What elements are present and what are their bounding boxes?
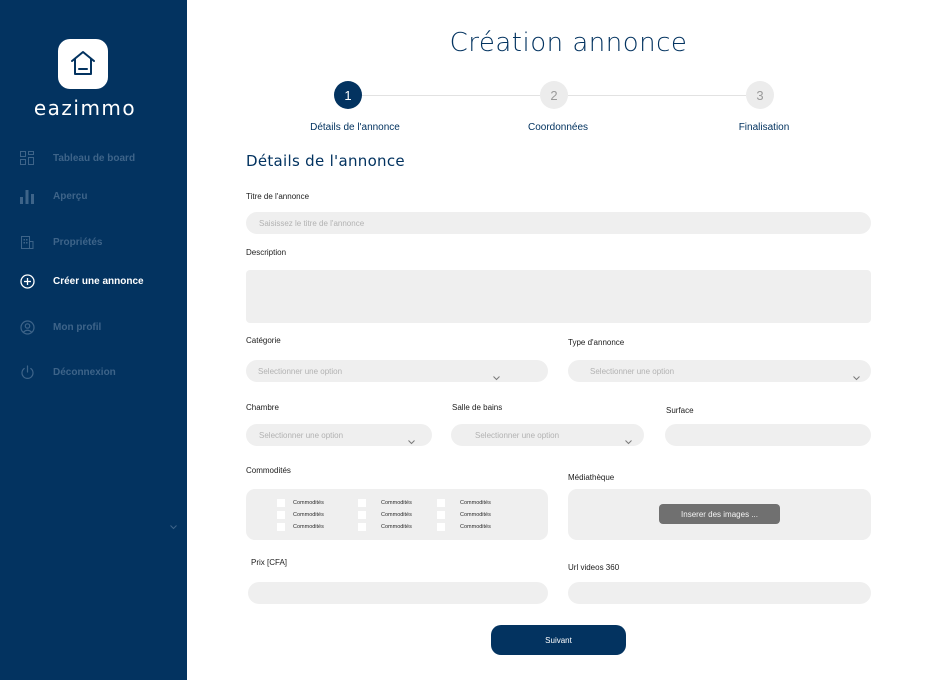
step-2-circle[interactable]: 2 xyxy=(540,81,568,109)
checkbox[interactable] xyxy=(437,523,445,531)
checkbox[interactable] xyxy=(358,511,366,519)
house-icon xyxy=(71,51,95,75)
commodite-checkbox[interactable]: Commodités xyxy=(437,511,491,519)
commodite-checkbox[interactable]: Commodités xyxy=(277,523,324,531)
plus-circle-icon xyxy=(18,272,36,290)
checkbox[interactable] xyxy=(277,511,285,519)
step-3-circle[interactable]: 3 xyxy=(746,81,774,109)
main-content: Création annonce 1 2 3 Détails de l'anno… xyxy=(187,0,950,680)
commodites-box: Commodités Commodités Commodités Commodi… xyxy=(246,489,548,540)
user-circle-icon xyxy=(18,318,36,336)
surface-label: Surface xyxy=(666,406,694,415)
description-textarea[interactable] xyxy=(246,270,871,323)
stepper-line xyxy=(568,95,746,96)
step-3-label: Finalisation xyxy=(738,122,790,133)
commodite-checkbox[interactable]: Commodités xyxy=(358,523,412,531)
category-value: Selectionner une option xyxy=(258,366,343,376)
stepper-line xyxy=(362,95,541,96)
salle-value: Selectionner une option xyxy=(475,430,560,440)
commodite-checkbox[interactable]: Commodités xyxy=(277,499,324,507)
nav-label: Propriétés xyxy=(53,236,103,248)
chevron-down-icon xyxy=(493,368,500,386)
logo-text: eazimmo xyxy=(33,96,137,120)
chevron-down-icon[interactable] xyxy=(170,517,177,535)
nav-label: Créer une annonce xyxy=(53,275,144,287)
commodite-checkbox[interactable]: Commodités xyxy=(358,511,412,519)
description-label: Description xyxy=(246,248,287,257)
type-label: Type d'annonce xyxy=(568,338,625,347)
chevron-down-icon xyxy=(853,368,860,386)
section-title: Détails de l'annonce xyxy=(246,152,405,170)
nav-item-tableau-de-board[interactable]: Tableau de board xyxy=(18,148,135,168)
sidebar: eazimmo Tableau de board Aperçu Propriét… xyxy=(0,0,187,680)
salle-select[interactable]: Selectionner une option xyxy=(451,424,644,446)
commodite-checkbox[interactable]: Commodités xyxy=(358,499,412,507)
nav-label: Aperçu xyxy=(53,190,88,202)
bar-chart-icon xyxy=(18,187,36,205)
nav-item-mon-profil[interactable]: Mon profil xyxy=(18,317,101,337)
url-video-input[interactable] xyxy=(568,582,871,604)
checkbox[interactable] xyxy=(437,511,445,519)
nav-label: Tableau de board xyxy=(53,152,136,164)
checkbox[interactable] xyxy=(358,523,366,531)
salle-label: Salle de bains xyxy=(452,403,503,412)
nav-item-apercu[interactable]: Aperçu xyxy=(18,186,87,206)
checkbox[interactable] xyxy=(277,523,285,531)
chambre-select[interactable]: Selectionner une option xyxy=(246,424,432,446)
commodite-checkbox[interactable]: Commodités xyxy=(437,499,491,507)
type-select[interactable]: Selectionner une option xyxy=(568,360,871,382)
checkbox[interactable] xyxy=(277,499,285,507)
page-title: Création annonce xyxy=(449,28,688,58)
commodite-checkbox[interactable]: Commodités xyxy=(277,511,324,519)
surface-input[interactable] xyxy=(665,424,871,446)
chambre-label: Chambre xyxy=(246,403,279,412)
insert-images-button[interactable]: Inserer des images ... xyxy=(659,504,780,524)
commodites-label: Commodités xyxy=(246,466,291,475)
prix-label: Prix [CFA] xyxy=(251,558,288,567)
nav-item-deconnexion[interactable]: Déconnexion xyxy=(18,362,116,382)
dashboard-grid-icon xyxy=(18,149,36,167)
chevron-down-icon xyxy=(408,432,415,450)
checkbox[interactable] xyxy=(437,499,445,507)
nav-item-creer-une-annonce[interactable]: Créer une annonce xyxy=(18,271,144,291)
mediatheque-label: Médiathèque xyxy=(568,473,615,482)
commodite-checkbox[interactable]: Commodités xyxy=(437,523,491,531)
category-label: Catégorie xyxy=(246,336,281,345)
title-input[interactable] xyxy=(246,212,871,234)
category-select[interactable]: Selectionner une option xyxy=(246,360,548,382)
title-label: Titre de l'annonce xyxy=(246,192,310,201)
step-2-label: Coordonnées xyxy=(527,122,589,133)
type-value: Selectionner une option xyxy=(590,366,675,376)
building-icon xyxy=(18,233,36,251)
chevron-down-icon xyxy=(625,432,632,450)
nav-item-proprietes[interactable]: Propriétés xyxy=(18,232,102,252)
chambre-value: Selectionner une option xyxy=(259,430,344,440)
prix-input[interactable] xyxy=(248,582,548,604)
logo-icon xyxy=(58,39,108,89)
checkbox[interactable] xyxy=(358,499,366,507)
power-icon xyxy=(18,363,36,381)
step-1-label: Détails de l'annonce xyxy=(310,122,400,133)
nav-label: Mon profil xyxy=(53,321,102,333)
next-button[interactable]: Suivant xyxy=(491,625,626,655)
step-1-circle[interactable]: 1 xyxy=(334,81,362,109)
url-label: Url videos 360 xyxy=(568,563,620,572)
nav-label: Déconnexion xyxy=(53,366,116,378)
